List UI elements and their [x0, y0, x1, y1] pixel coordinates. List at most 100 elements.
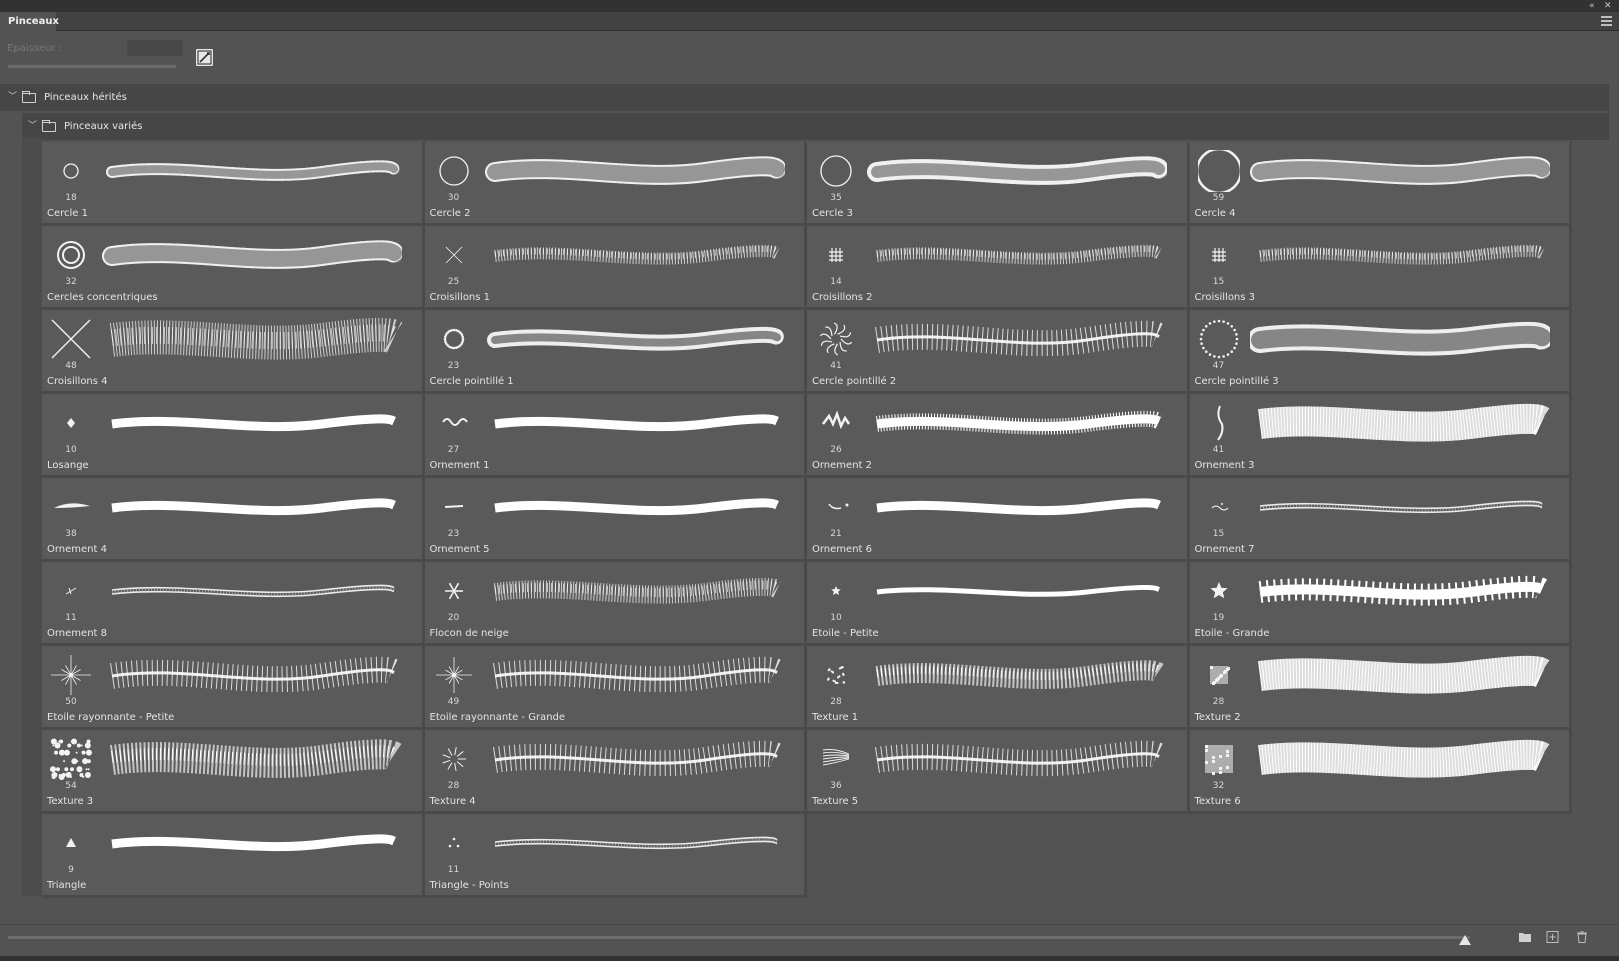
brush-tip-icon [63, 163, 79, 179]
brush-cell[interactable]: 41 Ornement 3 [1189, 394, 1572, 478]
brush-name: Croisillons 2 [812, 292, 873, 303]
brush-tip-icon [441, 418, 468, 426]
pen-icon [197, 50, 212, 65]
brush-size: 50 [65, 697, 77, 707]
brush-cell[interactable]: 47 Cercle pointillé 3 [1189, 310, 1572, 394]
new-folder-icon[interactable] [1518, 931, 1532, 943]
brush-name: Cercle pointillé 2 [812, 376, 897, 387]
brush-cell[interactable]: 28 Texture 4 [424, 730, 807, 814]
brush-cell[interactable]: 50 Etoile rayonnante - Petite [42, 646, 425, 730]
close-icon[interactable]: ✕ [1604, 0, 1612, 12]
collapse-icon[interactable]: « [1589, 0, 1595, 12]
brush-tip-icon [1197, 150, 1240, 192]
brush-cell[interactable]: 36 Texture 5 [807, 730, 1190, 814]
brush-cell[interactable]: 30 Cercle 2 [424, 142, 807, 226]
brush-cell[interactable]: 32 Cercles concentriques [42, 226, 425, 310]
thickness-input[interactable] [127, 40, 183, 56]
brush-name: Flocon de neige [429, 628, 509, 639]
brush-name: Texture 2 [1194, 712, 1241, 723]
brush-cell[interactable]: 35 Cercle 3 [807, 142, 1190, 226]
brush-stroke-preview [111, 498, 397, 516]
brush-name: Ornement 4 [47, 544, 107, 555]
brush-stroke-preview [106, 160, 400, 181]
chevron-down-icon[interactable]: ﹀ [28, 113, 37, 140]
brush-name: Cercle 3 [812, 208, 853, 219]
brush-tip-icon [448, 837, 459, 848]
panel-menu-icon[interactable] [1601, 16, 1612, 26]
thumbnail-size-slider[interactable] [8, 936, 1470, 939]
brush-name: Triangle [47, 880, 87, 891]
brush-cell[interactable]: 28 Texture 1 [807, 646, 1190, 730]
brush-cell[interactable]: 19 Etoile - Grande [1189, 562, 1572, 646]
group-pinceaux-herites[interactable]: ﹀ Pinceaux hérités [0, 84, 1609, 111]
brush-name: Ornement 7 [1194, 544, 1255, 555]
brush-cell[interactable]: 49 Etoile rayonnante - Grande [424, 646, 807, 730]
brush-stroke-preview [493, 577, 782, 604]
brush-name: Croisillons 1 [429, 292, 491, 303]
brush-cell[interactable]: 11 Triangle - Points [424, 814, 807, 898]
brush-size: 15 [1212, 277, 1225, 287]
brush-tip-icon [1209, 666, 1230, 685]
brush-name: Triangle - Points [429, 880, 509, 891]
brush-cell[interactable]: 27 Ornement 1 [424, 394, 807, 478]
brush-cell[interactable]: 26 Ornement 2 [807, 394, 1190, 478]
trash-icon[interactable] [1575, 931, 1589, 943]
brush-size: 38 [65, 529, 77, 539]
brush-stroke-preview [1257, 655, 1550, 694]
brush-cell[interactable]: 10 Etoile - Petite [807, 562, 1190, 646]
brush-stroke-preview [493, 244, 780, 265]
slider-thumb[interactable] [1459, 935, 1471, 945]
brush-cell[interactable]: 25 Croisillons 1 [424, 226, 807, 310]
brush-stroke-preview [111, 834, 397, 852]
brush-tip-icon [822, 410, 851, 430]
brush-cell[interactable]: 41 Cercle pointillé 2 [807, 310, 1190, 394]
brush-cell[interactable]: 14 Croisillons 2 [807, 226, 1190, 310]
tab-pinceaux[interactable]: Pinceaux [0, 12, 59, 31]
chevron-down-icon[interactable]: ﹀ [8, 84, 17, 111]
brush-cell[interactable]: 32 Texture 6 [1189, 730, 1572, 814]
brush-size: 28 [830, 697, 842, 707]
brush-cell[interactable]: 23 Ornement 5 [424, 478, 807, 562]
brush-cell[interactable]: 10 Losange [42, 394, 425, 478]
brush-cell[interactable]: 21 Ornement 6 [807, 478, 1190, 562]
brush-size: 9 [68, 865, 74, 875]
brush-cell[interactable]: 54 Texture 3 [42, 730, 425, 814]
brush-tip-icon [1211, 248, 1226, 262]
brush-stroke-preview [1258, 244, 1545, 265]
brush-cell[interactable]: 11 Ornement 8 [42, 562, 425, 646]
brush-cell[interactable]: 20 Flocon de neige [424, 562, 807, 646]
brush-stroke-preview [867, 156, 1167, 185]
brush-tip-icon [445, 246, 462, 264]
brush-name: Croisillons 3 [1194, 292, 1256, 303]
brush-cell[interactable]: 15 Ornement 7 [1189, 478, 1572, 562]
thickness-slider[interactable] [8, 65, 176, 68]
brush-stroke-preview [1249, 156, 1550, 185]
brush-tip-icon [54, 503, 90, 508]
brush-cell[interactable]: 28 Texture 2 [1189, 646, 1572, 730]
brush-cell[interactable]: 23 Cercle pointillé 1 [424, 310, 807, 394]
brush-tip-icon [51, 319, 91, 359]
brush-stroke-preview [109, 656, 402, 693]
brush-cell[interactable]: 59 Cercle 4 [1189, 142, 1572, 226]
brush-cell[interactable]: 38 Ornement 4 [42, 478, 425, 562]
new-brush-icon[interactable] [1546, 931, 1560, 943]
footer-edge [0, 956, 1619, 961]
brush-size: 23 [447, 529, 460, 539]
brush-size: 30 [447, 193, 460, 203]
pen-pressure-button[interactable] [196, 49, 213, 66]
brush-size: 19 [1212, 613, 1225, 623]
brush-size: 47 [1212, 361, 1225, 371]
brush-cell[interactable]: 18 Cercle 1 [42, 142, 425, 226]
group-pinceaux-varies[interactable]: ﹀ Pinceaux variés [22, 113, 1609, 140]
brush-size: 10 [830, 613, 842, 623]
brush-stroke-preview [876, 244, 1163, 265]
brush-cell[interactable]: 15 Croisillons 3 [1189, 226, 1572, 310]
brush-cell[interactable]: 9 Triangle [42, 814, 425, 898]
brush-stroke-preview [102, 240, 402, 269]
brush-size: 35 [830, 193, 842, 203]
group-name: Pinceaux hérités [44, 92, 127, 103]
brush-cell[interactable]: 48 Croisillons 4 [42, 310, 425, 394]
brush-name: Cercle 4 [1194, 208, 1236, 219]
brush-stroke-preview [111, 584, 395, 598]
brush-size: 32 [65, 277, 77, 287]
